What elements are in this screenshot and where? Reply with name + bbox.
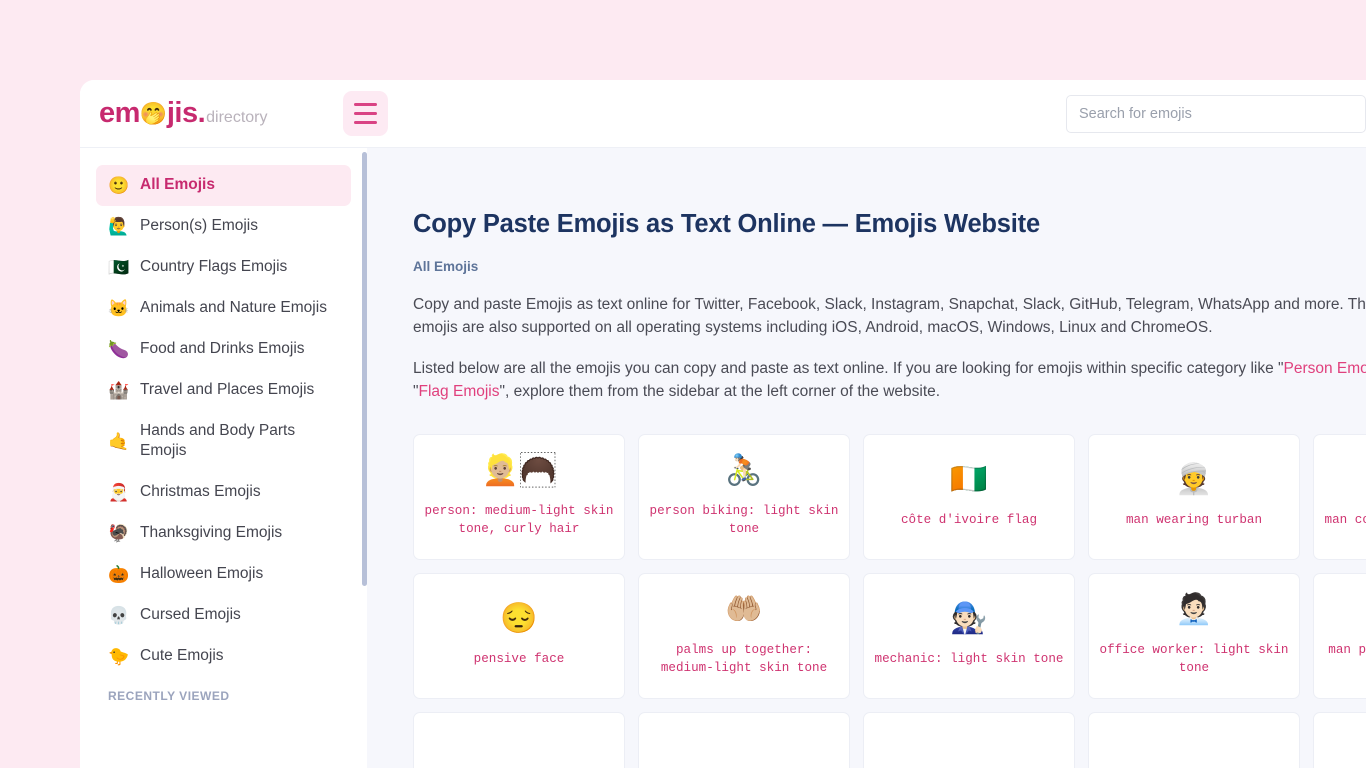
sidebar-item-christmas[interactable]: 🎅 Christmas Emojis — [96, 472, 351, 513]
sidebar-item-cursed[interactable]: 💀 Cursed Emojis — [96, 595, 351, 636]
emoji-glyph: 😔 — [500, 601, 538, 635]
emoji-card[interactable]: 🤲🏼 palms up together: medium-light skin … — [638, 572, 850, 699]
emoji-card[interactable]: 🧑🏻‍💼 office worker: light skin tone — [1088, 572, 1300, 699]
emoji-glyph: 👱🏼‍🦱 — [481, 453, 557, 487]
person-emojis-link[interactable]: Person Emojis — [1284, 360, 1366, 377]
person-raising-hand-icon: 🙋‍♂️ — [108, 216, 130, 236]
emoji-glyph: 👳 — [1175, 462, 1213, 496]
santa-claus-icon: 🎅 — [108, 483, 130, 503]
logo-dot: . — [197, 97, 206, 129]
emoji-card[interactable]: 🇨🇮 côte d'ivoire flag — [863, 433, 1075, 560]
breadcrumb: All Emojis — [413, 259, 479, 274]
emoji-card[interactable]: 👳 man wearing turban — [1088, 433, 1300, 560]
hamburger-bar-1 — [353, 103, 377, 106]
emoji-label: man wearing turban — [1125, 512, 1263, 527]
sidebar-item-thanksgiving[interactable]: 🦃 Thanksgiving Emojis — [96, 513, 351, 554]
emoji-grid: 👱🏼‍🦱 person: medium-light skin tone, cur… — [413, 433, 1366, 768]
emoji-label: côte d'ivoire flag — [900, 512, 1038, 527]
sidebar-item-all-emojis[interactable]: 🙂 All Emojis — [96, 165, 351, 206]
sidebar-item-label: Animals and Nature Emojis — [140, 298, 327, 316]
emoji-card[interactable] — [1313, 711, 1366, 768]
jack-o-lantern-icon: 🎃 — [108, 565, 130, 585]
sidebar-item-label: Country Flags Emojis — [140, 257, 288, 275]
emoji-glyph: 🧑🏻‍🔧 — [950, 601, 988, 635]
emoji-card[interactable] — [863, 711, 1075, 768]
eggplant-icon: 🍆 — [108, 339, 130, 359]
emoji-card[interactable]: 👨🏻‍🍳 man cook: light skin tone — [1313, 433, 1366, 560]
sidebar: 🙂 All Emojis 🙋‍♂️ Person(s) Emojis 🇵🇰 Co… — [80, 148, 367, 768]
emoji-card[interactable]: 😔 pensive face — [413, 572, 625, 699]
emoji-card[interactable]: 🧑🏻‍🔧 mechanic: light skin tone — [863, 572, 1075, 699]
hamburger-bar-2 — [353, 112, 377, 115]
emoji-glyph: 🤲🏼 — [725, 592, 763, 626]
intro-paragraph-2: Listed below are all the emojis you can … — [413, 358, 1366, 404]
logo-suffix: directory — [206, 109, 268, 126]
emoji-label: man police officer: dark skin tone — [1328, 642, 1366, 657]
body-split: 🙂 All Emojis 🙋‍♂️ Person(s) Emojis 🇵🇰 Co… — [80, 148, 1366, 768]
turkey-icon: 🦃 — [108, 524, 130, 544]
slightly-smiling-face-icon: 🙂 — [108, 175, 130, 195]
sidebar-item-food-drinks[interactable]: 🍆 Food and Drinks Emojis — [96, 329, 351, 370]
sidebar-item-label: Christmas Emojis — [140, 483, 261, 501]
logo-text-part1: em — [99, 97, 140, 129]
recently-viewed-heading: RECENTLY VIEWED — [108, 688, 230, 703]
castle-icon: 🏰 — [108, 380, 130, 400]
sidebar-item-label: Person(s) Emojis — [140, 216, 258, 234]
intro-paragraph-1: Copy and paste Emojis as text online for… — [413, 296, 1366, 336]
emoji-card[interactable] — [1088, 711, 1300, 768]
emoji-label: palms up together: medium-light skin ton… — [660, 642, 828, 675]
search-container — [1066, 94, 1366, 133]
emoji-label: man cook: light skin tone — [1324, 512, 1366, 527]
logo-text-part2: jis — [166, 97, 198, 129]
sidebar-nav-list: 🙂 All Emojis 🙋‍♂️ Person(s) Emojis 🇵🇰 Co… — [80, 165, 367, 677]
emoji-glyph: 🚴🏻 — [725, 453, 763, 487]
skull-icon: 💀 — [108, 606, 130, 626]
hamburger-bar-3 — [353, 121, 377, 124]
emoji-glyph: 🧑🏻‍💼 — [1175, 592, 1213, 626]
app-window: em🤭jis.directory 🙂 All Emojis 🙋‍♂️ Perso… — [80, 80, 1366, 768]
sidebar-item-label: All Emojis — [140, 176, 215, 193]
sidebar-item-persons[interactable]: 🙋‍♂️ Person(s) Emojis — [96, 206, 351, 247]
emoji-glyph: 🇨🇮 — [950, 462, 988, 496]
flag-icon: 🇵🇰 — [108, 257, 130, 277]
emoji-card[interactable] — [413, 711, 625, 768]
intro-p2-text-c: ", explore them from the sidebar at the … — [499, 382, 941, 400]
emoji-card[interactable]: 🚴🏻 person biking: light skin tone — [638, 433, 850, 560]
sidebar-item-country-flags[interactable]: 🇵🇰 Country Flags Emojis — [96, 247, 351, 288]
sidebar-item-travel-places[interactable]: 🏰 Travel and Places Emojis — [96, 370, 351, 411]
baby-chick-icon: 🐤 — [108, 647, 130, 667]
emoji-label: person: medium-light skin tone, curly ha… — [424, 503, 614, 536]
sidebar-item-label: Travel and Places Emojis — [140, 380, 315, 398]
cat-face-icon: 🐱 — [108, 298, 130, 318]
sidebar-item-label: Halloween Emojis — [140, 565, 264, 583]
sidebar-item-label: Cursed Emojis — [140, 606, 241, 624]
sidebar-item-cute[interactable]: 🐤 Cute Emojis — [96, 636, 351, 677]
emoji-label: office worker: light skin tone — [1099, 642, 1289, 675]
sidebar-item-hands-body-parts[interactable]: 🤙 Hands and Body Parts Emojis — [96, 411, 351, 473]
site-logo[interactable]: em 🤭 jis. directory — [99, 97, 268, 130]
emoji-label: pensive face — [473, 651, 565, 666]
emoji-label: person biking: light skin tone — [649, 503, 839, 536]
emoji-card[interactable] — [638, 711, 850, 768]
sidebar-item-animals-nature[interactable]: 🐱 Animals and Nature Emojis — [96, 288, 351, 329]
top-header: em 🤭 jis. directory — [80, 80, 1366, 148]
shushing-face-icon: 🤭 — [139, 101, 167, 126]
sidebar-item-label: Cute Emojis — [140, 647, 224, 665]
main-content: Copy Paste Emojis as Text Online — Emoji… — [367, 148, 1366, 768]
sidebar-item-label: Thanksgiving Emojis — [140, 524, 283, 542]
menu-toggle-button[interactable] — [342, 91, 388, 136]
search-input[interactable] — [1066, 94, 1366, 133]
emoji-card[interactable]: 👮🏿‍♂️ man police officer: dark skin tone — [1313, 572, 1366, 699]
sidebar-item-label: Food and Drinks Emojis — [140, 339, 305, 357]
flag-emojis-link[interactable]: Flag Emojis — [419, 383, 500, 400]
emoji-card[interactable]: 👱🏼‍🦱 person: medium-light skin tone, cur… — [413, 433, 625, 560]
page-title: Copy Paste Emojis as Text Online — Emoji… — [413, 210, 1040, 238]
call-me-hand-icon: 🤙 — [108, 431, 130, 451]
sidebar-item-label: Hands and Body Parts Emojis — [140, 421, 296, 460]
sidebar-item-halloween[interactable]: 🎃 Halloween Emojis — [96, 554, 351, 595]
main-inner: Copy Paste Emojis as Text Online — Emoji… — [367, 148, 1366, 768]
emoji-label: mechanic: light skin tone — [874, 651, 1064, 666]
intro-p2-text-a: Listed below are all the emojis you can … — [413, 359, 1284, 377]
